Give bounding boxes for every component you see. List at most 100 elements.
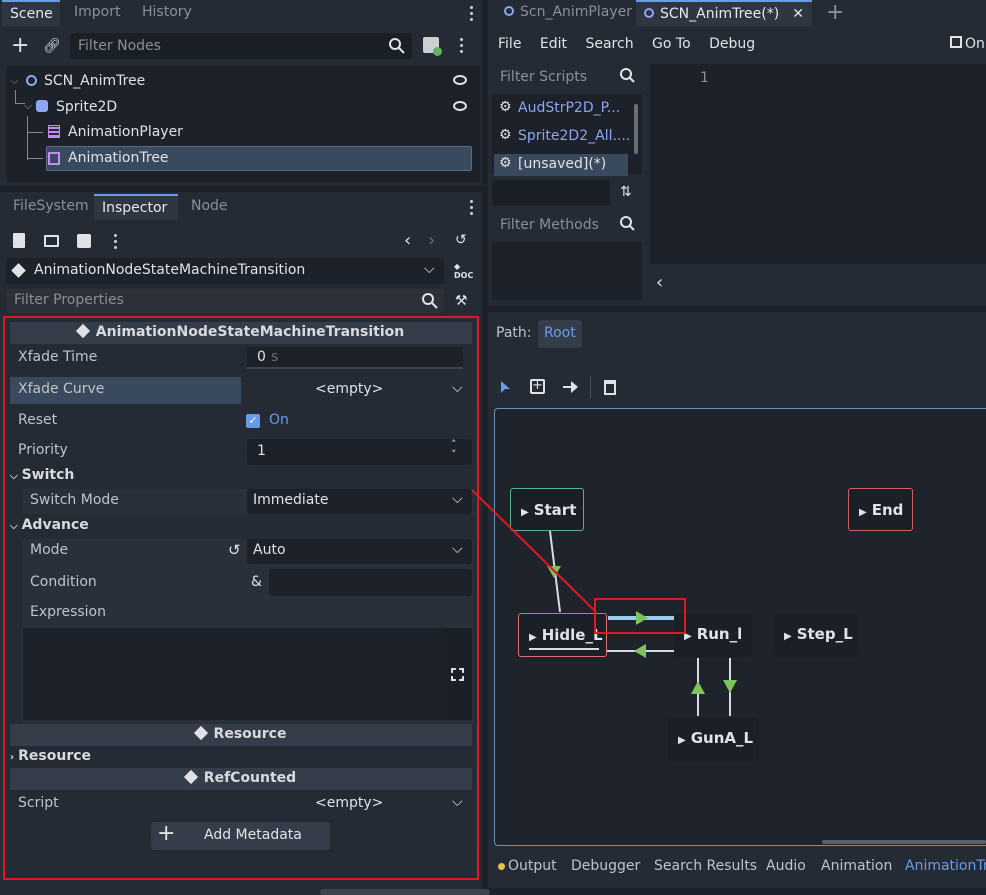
play-icon: ▶ <box>529 632 537 643</box>
create-node-icon[interactable]: + <box>530 379 545 394</box>
new-resource-icon[interactable] <box>13 233 25 248</box>
script-item-unsaved[interactable]: ⚙ [unsaved](*) <box>494 154 628 176</box>
search-icon <box>620 216 635 231</box>
chevron-down-icon[interactable]: ⌵ <box>452 380 463 396</box>
history-forward-icon[interactable]: › <box>428 230 435 251</box>
expand-icon[interactable] <box>444 628 472 720</box>
tab-node[interactable]: Node <box>183 194 236 220</box>
state-node-end[interactable]: ▶ End <box>848 488 913 531</box>
tree-item-scn-animtree[interactable]: SCN_AnimTree <box>44 70 145 94</box>
script-item-sprite2d[interactable]: ⚙ Sprite2D2_All.... <box>494 126 630 148</box>
sort-icon[interactable]: ⇅ <box>620 184 632 200</box>
filter-methods-placeholder: Filter Methods <box>500 217 599 233</box>
transition-arrow-icon[interactable] <box>634 644 646 658</box>
section-refcounted[interactable]: RefCounted <box>10 768 472 790</box>
tab-scn-animplayer[interactable]: Scn_AnimPlayer <box>492 0 640 26</box>
advance-group-header[interactable]: ⌵ Advance <box>10 517 89 533</box>
tab-filesystem[interactable]: FileSystem <box>5 194 97 220</box>
section-transition[interactable]: AnimationNodeStateMachineTransition <box>10 322 472 344</box>
switch-mode-value: Immediate <box>253 492 329 508</box>
script-value[interactable]: <empty> <box>315 795 383 811</box>
switch-group-header[interactable]: ⌵ Switch <box>10 467 74 483</box>
spinner-arrows-icon[interactable]: ˄ ˅ <box>451 439 457 460</box>
transition-arrow-icon[interactable] <box>691 681 705 694</box>
open-folder-icon[interactable] <box>44 235 59 247</box>
bottom-scrollbar[interactable] <box>320 889 490 895</box>
scene-dock-menu-icon[interactable] <box>470 6 474 22</box>
delete-trash-icon[interactable] <box>602 378 618 395</box>
menu-search[interactable]: Search <box>585 36 633 52</box>
save-icon[interactable] <box>77 234 91 248</box>
resource-group-header[interactable]: › Resource <box>10 748 91 764</box>
tab-debugger[interactable]: Debugger <box>571 858 640 874</box>
path-root-button[interactable]: Root <box>538 320 582 348</box>
history-icon[interactable]: ↺ <box>455 232 467 248</box>
visibility-eye-icon[interactable] <box>453 101 467 111</box>
add-tab-icon[interactable]: + <box>826 0 844 25</box>
chevron-down-icon[interactable]: ⌵ <box>10 74 18 88</box>
connect-tool-icon[interactable] <box>561 378 579 396</box>
tree-item-animationplayer[interactable]: AnimationPlayer <box>68 121 183 145</box>
filter-nodes-input[interactable]: Filter Nodes <box>70 33 412 59</box>
inspector-dock-menu-icon[interactable] <box>470 200 474 216</box>
menu-goto[interactable]: Go To <box>652 36 691 52</box>
tab-audio[interactable]: Audio <box>766 858 806 874</box>
scene-tree: ⌵ SCN_AnimTree ⌵ Sprite2D AnimationPlaye… <box>6 66 480 182</box>
history-back-icon[interactable]: ‹ <box>404 230 411 251</box>
close-icon[interactable]: ✕ <box>792 6 804 22</box>
tree-item-animationtree[interactable]: AnimationTree <box>68 147 169 171</box>
collapse-left-icon[interactable]: ‹ <box>656 272 663 293</box>
mode-dropdown[interactable]: Auto ⌵ <box>247 539 472 564</box>
xfade-curve-value[interactable]: <empty> <box>315 381 383 397</box>
menu-edit[interactable]: Edit <box>540 36 567 52</box>
chevron-down-icon[interactable]: ⌵ <box>452 794 463 810</box>
tab-scn-animtree[interactable]: SCN_AnimTree(*) ✕ <box>636 0 812 26</box>
scene-options-icon[interactable] <box>460 38 464 54</box>
xfade-time-field[interactable]: 0 s <box>247 347 463 369</box>
tab-output[interactable]: Output <box>508 858 557 874</box>
method-list <box>492 242 642 300</box>
menu-file[interactable]: File <box>498 36 521 52</box>
filter-properties-input[interactable]: Filter Properties <box>6 289 444 313</box>
inspector-options-icon[interactable] <box>114 234 118 250</box>
link-icon[interactable]: 🔗︎ <box>43 38 61 54</box>
doc-icon[interactable]: ◆ DOC <box>454 262 473 280</box>
condition-input[interactable] <box>269 569 472 596</box>
object-selector[interactable]: AnimationNodeStateMachineTransition ⌵ <box>6 258 444 284</box>
property-tools-icon[interactable]: ⚒ <box>455 293 468 309</box>
select-tool-icon[interactable] <box>498 379 514 395</box>
script-item-audstr[interactable]: ⚙ AudStrP2D_P... <box>494 98 628 120</box>
priority-spinbox[interactable]: 1 ˄ ˅ <box>247 439 472 465</box>
add-metadata-button[interactable]: + Add Metadata <box>151 821 330 850</box>
code-editor[interactable]: 1 <box>650 64 986 264</box>
tab-history[interactable]: History <box>134 0 200 26</box>
tab-import[interactable]: Import <box>66 0 128 26</box>
reset-checkbox[interactable]: ✓ <box>246 414 260 428</box>
annotation-connector-line <box>471 489 597 613</box>
visibility-eye-icon[interactable] <box>453 75 467 85</box>
switch-mode-dropdown[interactable]: Immediate ⌵ <box>247 489 472 514</box>
revert-icon[interactable]: ↺ <box>228 541 241 559</box>
tab-animationtree[interactable]: AnimationTr <box>905 858 986 874</box>
tab-search-results[interactable]: Search Results <box>654 858 757 874</box>
script-menu-bar: File Edit Search Go To Debug <box>498 36 755 52</box>
online-docs-link[interactable]: On <box>950 36 985 52</box>
resource-cube-icon <box>11 263 26 278</box>
expression-textarea[interactable] <box>23 628 445 720</box>
transition-arrow-icon[interactable] <box>723 680 737 693</box>
state-node-guna[interactable]: ▶ GunA_L <box>668 717 759 761</box>
menu-debug[interactable]: Debug <box>709 36 755 52</box>
state-node-step[interactable]: ▶ Step_L <box>774 613 858 657</box>
tree-guide-line <box>27 132 43 133</box>
tab-animation[interactable]: Animation <box>821 858 892 874</box>
tab-scene[interactable]: Scene <box>2 0 60 26</box>
tree-item-sprite2d[interactable]: Sprite2D <box>56 96 117 120</box>
chevron-down-icon[interactable]: ⌵ <box>24 99 32 113</box>
add-node-icon[interactable]: + <box>11 35 29 57</box>
script-list-scrollbar[interactable] <box>634 104 638 154</box>
section-resource[interactable]: Resource <box>10 724 472 746</box>
script-item-label: [unsaved](*) <box>518 156 607 172</box>
tab-inspector[interactable]: Inspector <box>94 194 178 220</box>
script-sort-field[interactable] <box>492 180 610 206</box>
instantiate-scene-icon[interactable] <box>423 37 442 56</box>
